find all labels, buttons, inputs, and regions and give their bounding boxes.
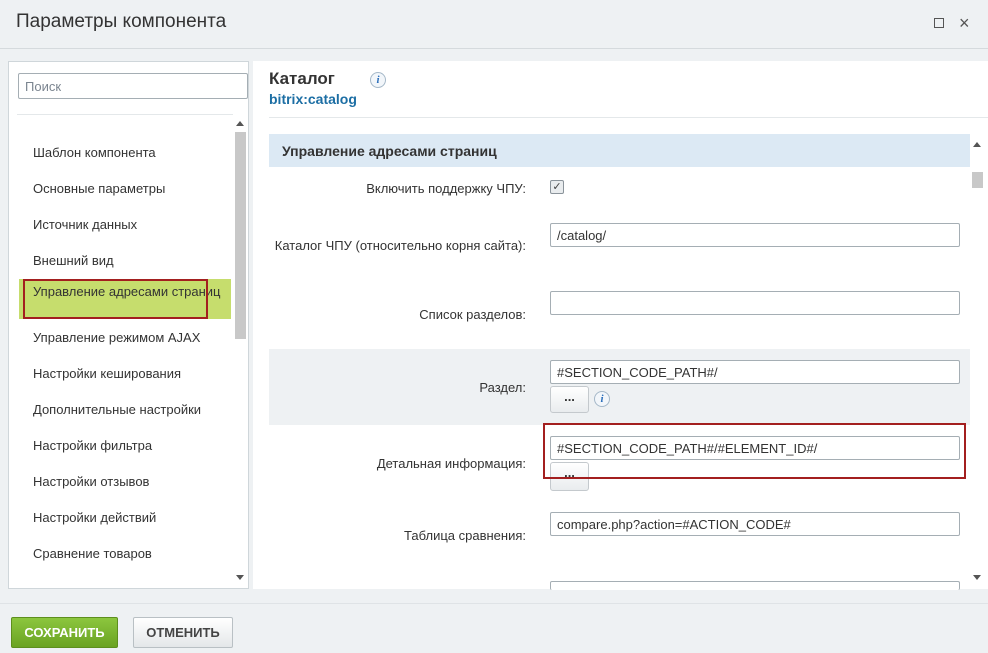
field-label: Детальная информация: — [376, 456, 526, 471]
sidebar-item-additional[interactable]: Дополнительные настройки — [19, 402, 231, 417]
active-item-highlight — [23, 279, 208, 319]
sidebar-item-compare[interactable]: Сравнение товаров — [19, 546, 231, 561]
section-header: Управление адресами страниц — [269, 134, 970, 167]
info-icon[interactable]: i — [594, 391, 610, 407]
maximize-icon[interactable] — [934, 18, 944, 28]
sidebar-item-cache[interactable]: Настройки кеширования — [19, 366, 231, 381]
field-label: Раздел: — [479, 380, 526, 395]
sidebar-item-main-params[interactable]: Основные параметры — [19, 181, 231, 196]
dialog-titlebar: Параметры компонента × — [0, 0, 988, 49]
component-code: bitrix:catalog — [269, 91, 357, 107]
section-url-picker-button[interactable]: ... — [550, 386, 589, 413]
save-button[interactable]: СОХРАНИТЬ — [11, 617, 118, 648]
field-label: Таблица сравнения: — [404, 528, 526, 543]
sidebar-item-reviews[interactable]: Настройки отзывов — [19, 474, 231, 489]
sidebar-scrollbar[interactable] — [233, 117, 248, 587]
field-label: Список разделов: — [419, 307, 526, 322]
sections-list-input[interactable] — [550, 291, 960, 315]
field-label: Каталог ЧПУ (относительно корня сайта): — [274, 238, 526, 253]
scroll-down-icon[interactable] — [973, 575, 981, 580]
component-title: Каталог — [269, 69, 335, 88]
search-input[interactable] — [18, 73, 248, 99]
sidebar-panel: Шаблон компонента Основные параметры Ист… — [8, 61, 249, 589]
scroll-up-icon[interactable] — [236, 121, 244, 126]
sef-folder-input[interactable]: /catalog/ — [550, 223, 960, 247]
info-icon[interactable]: i — [370, 72, 386, 88]
dialog-footer: СОХРАНИТЬ ОТМЕНИТЬ — [0, 603, 988, 653]
next-field-input[interactable] — [550, 581, 960, 590]
divider — [269, 117, 988, 118]
sef-checkbox[interactable]: ✓ — [550, 180, 564, 194]
scrollbar-thumb[interactable] — [235, 132, 246, 339]
cancel-button[interactable]: ОТМЕНИТЬ — [133, 617, 233, 648]
field-label: Включить поддержку ЧПУ: — [366, 181, 526, 196]
detail-field-highlight — [543, 423, 966, 479]
settings-scrollbar[interactable] — [970, 134, 985, 584]
sidebar-item-template[interactable]: Шаблон компонента — [19, 145, 231, 160]
sidebar-item-appearance[interactable]: Внешний вид — [19, 253, 231, 268]
section-title: Управление адресами страниц — [282, 143, 497, 159]
compare-url-input[interactable]: compare.php?action=#ACTION_CODE# — [550, 512, 960, 536]
divider — [17, 114, 233, 115]
close-icon[interactable]: × — [959, 11, 970, 35]
sidebar-item-filter[interactable]: Настройки фильтра — [19, 438, 231, 453]
scroll-down-icon[interactable] — [236, 575, 244, 580]
section-url-input[interactable]: #SECTION_CODE_PATH#/ — [550, 360, 960, 384]
scroll-up-icon[interactable] — [973, 142, 981, 147]
dialog-title: Параметры компонента — [16, 11, 227, 32]
settings-panel: Каталог i bitrix:catalog Управление адре… — [253, 61, 988, 590]
sidebar-item-data-source[interactable]: Источник данных — [19, 217, 231, 232]
scrollbar-thumb[interactable] — [972, 172, 983, 188]
sidebar-item-actions[interactable]: Настройки действий — [19, 510, 231, 525]
sidebar-item-ajax[interactable]: Управление режимом AJAX — [19, 330, 231, 345]
